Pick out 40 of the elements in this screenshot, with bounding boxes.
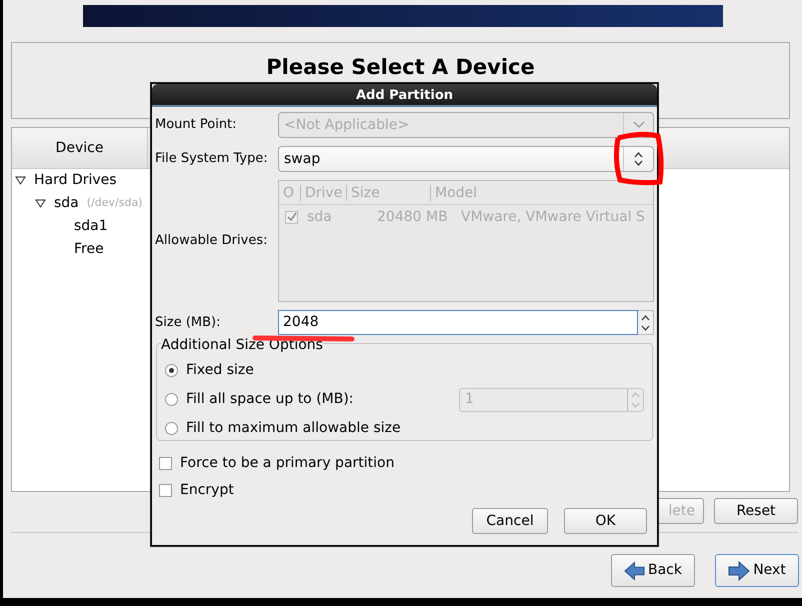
tree-item[interactable]: Hard Drives <box>34 170 117 191</box>
spin-arrows-icon <box>631 390 640 408</box>
tree-item-detail: (/dev/sda) <box>86 195 142 212</box>
file-system-dropdown[interactable]: swap <box>278 146 654 172</box>
size-field[interactable]: 2048 <box>278 310 638 335</box>
tree-expander-icon[interactable] <box>35 199 46 208</box>
field-label: Size (MB): <box>155 314 222 332</box>
tree-item[interactable]: sda <box>54 193 79 214</box>
radio-button[interactable] <box>165 364 178 377</box>
left-arrow-icon <box>624 560 645 580</box>
tree-expander-icon[interactable] <box>15 176 26 185</box>
reset-button[interactable]: Reset <box>714 498 798 524</box>
spin-arrows-icon <box>641 314 650 332</box>
field-label: File System Type: <box>155 150 269 168</box>
radio-button[interactable] <box>165 422 178 435</box>
option-label[interactable]: Fixed size <box>186 360 254 381</box>
field-label: Mount Point: <box>155 116 238 134</box>
cancel-button[interactable]: Cancel <box>472 508 548 534</box>
table-cell-text: sda <box>306 208 333 226</box>
checkbox-label[interactable]: Force to be a primary partition <box>180 453 394 474</box>
tree-item[interactable]: Free <box>74 239 104 260</box>
back-button[interactable]: Back <box>611 554 695 587</box>
checkbox[interactable] <box>159 484 172 497</box>
table-cell-text: VMware, VMware Virtual S <box>461 208 645 226</box>
tree-item[interactable]: sda1 <box>74 216 108 237</box>
up-down-chevron-icon <box>634 152 643 166</box>
column-header[interactable]: Device <box>12 128 148 168</box>
ok-button[interactable]: OK <box>564 508 647 534</box>
option-label[interactable]: Fill all space up to (MB): <box>186 389 354 410</box>
dialog-title: Add Partition <box>152 84 657 107</box>
next-button[interactable]: Next <box>715 554 799 587</box>
field-label: Allowable Drives: <box>155 232 268 250</box>
chevron-down-icon <box>632 121 644 129</box>
table-cell-text: 20480 MB <box>376 208 449 226</box>
page-title: Please Select A Device <box>266 54 535 81</box>
checkbox[interactable] <box>159 457 172 470</box>
radio-button[interactable] <box>165 393 178 406</box>
right-arrow-icon <box>728 560 750 580</box>
option-label[interactable]: Fill to maximum allowable size <box>186 418 401 439</box>
checkbox-label[interactable]: Encrypt <box>180 480 234 501</box>
